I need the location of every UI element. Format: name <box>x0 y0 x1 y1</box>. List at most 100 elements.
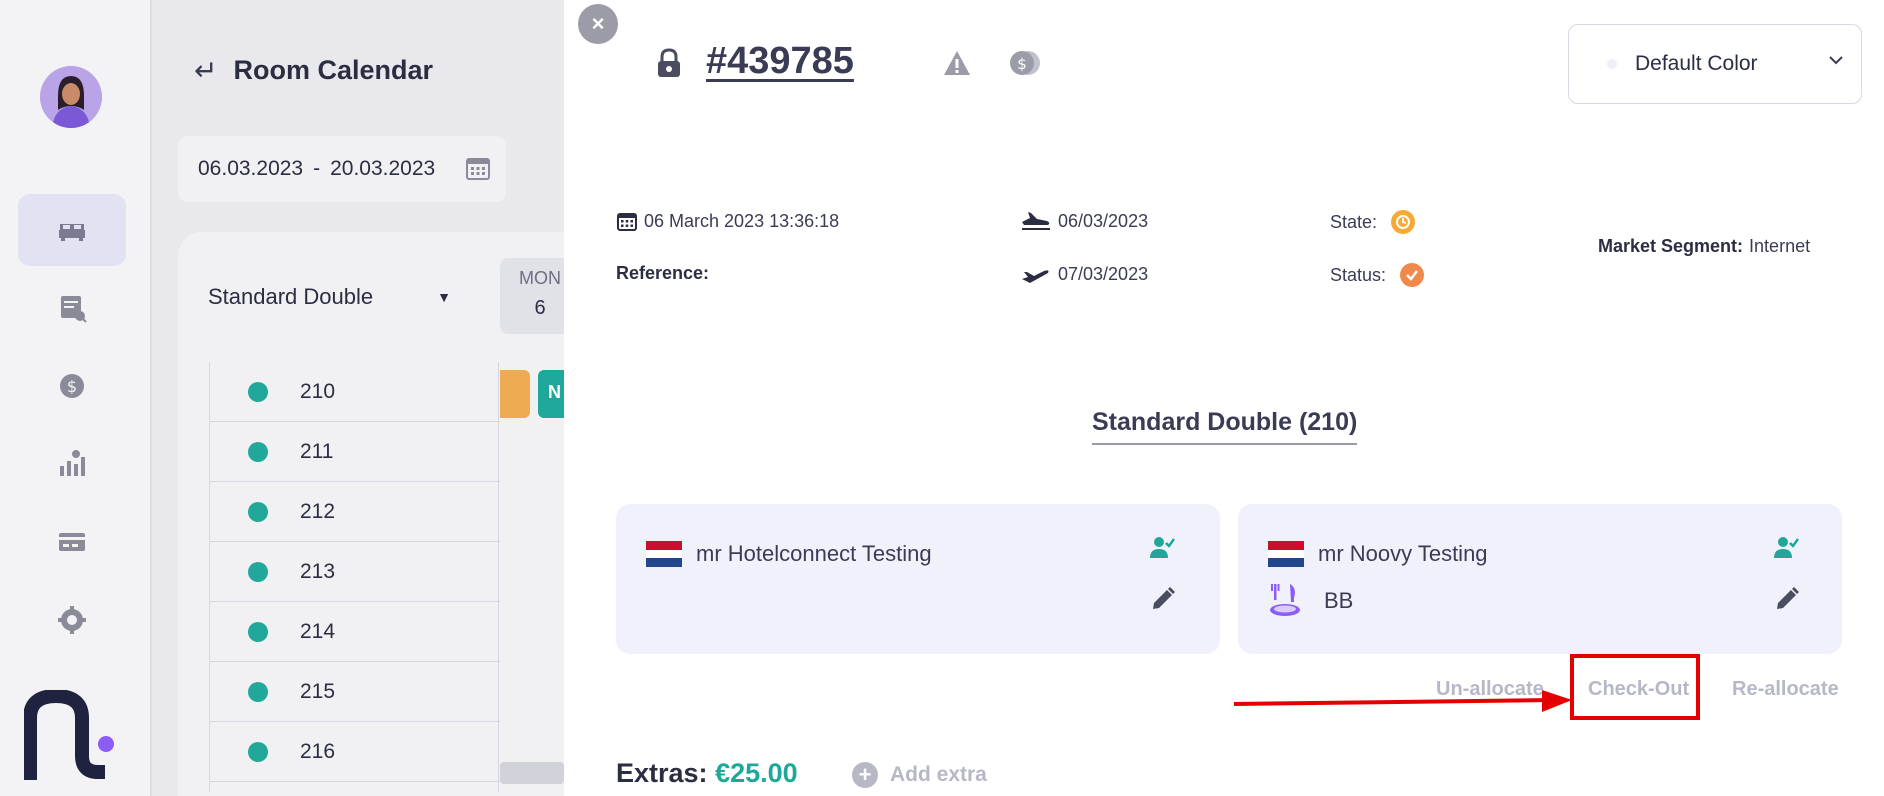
room-row[interactable]: 211 <box>210 422 500 482</box>
meal-plate-icon <box>1270 584 1300 616</box>
room-row[interactable]: 216 <box>210 722 500 782</box>
room-number: 212 <box>300 499 336 523</box>
user-avatar[interactable] <box>40 66 102 128</box>
guest-checked-icon[interactable] <box>1148 534 1176 562</box>
edit-pencil-icon[interactable] <box>1774 586 1800 612</box>
plane-departure-icon <box>1022 270 1049 283</box>
room-row[interactable]: 214 <box>210 602 500 662</box>
guest-card <box>1238 504 1842 654</box>
nav-settings[interactable] <box>18 584 126 656</box>
nav-reports[interactable] <box>18 428 126 500</box>
color-select[interactable]: Default Color <box>1568 24 1862 104</box>
meal-plan: BB <box>1324 588 1354 613</box>
state-field: State: <box>1330 210 1416 234</box>
color-select-value: Default Color <box>1635 52 1758 75</box>
lock-icon <box>658 48 680 77</box>
status-label: Status: <box>1330 264 1387 285</box>
room-number: 215 <box>300 679 336 703</box>
room-number: 216 <box>300 739 336 763</box>
chevron-down-icon <box>1829 56 1843 65</box>
room-status-dot <box>248 501 268 522</box>
card-icon <box>59 533 85 551</box>
svg-text:$: $ <box>1017 55 1027 73</box>
check-circle-icon <box>1400 263 1425 287</box>
market-segment: Market Segment: Internet <box>1598 236 1810 257</box>
sidebar-nav: $ <box>0 0 152 796</box>
arrival-date: 06/03/2023 <box>1020 210 1148 232</box>
room-row[interactable]: 215 <box>210 662 500 722</box>
room-number: 213 <box>300 559 336 583</box>
departure-date: 07/03/2023 <box>1020 263 1148 285</box>
room-status-dot <box>248 741 268 762</box>
room-row[interactable]: 213 <box>210 542 500 602</box>
reservation-number[interactable]: #439785 <box>706 40 854 83</box>
nav-payments[interactable]: $ <box>18 350 126 422</box>
created-date-value: 06 March 2023 13:36:18 <box>644 210 840 231</box>
nav-billing[interactable] <box>18 506 126 578</box>
room-heading[interactable]: Standard Double (210) <box>1092 408 1358 445</box>
room-status-dot <box>248 381 268 402</box>
guest-name[interactable]: mr Noovy Testing <box>1318 541 1488 567</box>
room-row[interactable]: 212 <box>210 482 500 542</box>
departure-date-value: 07/03/2023 <box>1058 263 1149 284</box>
warning-icon[interactable] <box>942 48 972 78</box>
payment-coin-icon[interactable]: $ <box>1008 48 1042 78</box>
booking-block[interactable] <box>500 370 530 418</box>
guest-name[interactable]: mr Hotelconnect Testing <box>696 541 932 567</box>
netherlands-flag-icon <box>1268 541 1304 567</box>
plane-landing-icon <box>1022 212 1050 230</box>
reallocate-button[interactable]: Re-allocate <box>1732 678 1839 701</box>
room-number: 211 <box>300 439 334 463</box>
caret-down-icon: ▼ <box>437 289 451 305</box>
edit-pencil-icon[interactable] <box>1150 586 1176 612</box>
room-status-dot <box>248 561 268 582</box>
calendar-icon[interactable] <box>464 154 492 182</box>
room-status-dot <box>248 681 268 702</box>
guest-card <box>616 504 1220 654</box>
market-segment-label: Market Segment: <box>1598 236 1744 256</box>
date-range-picker[interactable]: 06.03.2023 - 20.03.2023 <box>178 136 506 202</box>
booking-block[interactable]: N <box>538 370 564 418</box>
close-icon: × <box>591 11 605 36</box>
room-status-dot <box>248 621 268 642</box>
horizontal-scrollbar[interactable] <box>500 762 564 784</box>
calendar-icon <box>617 213 637 231</box>
extras-label: Extras: <box>616 758 708 788</box>
date-separator: - <box>313 157 321 180</box>
color-swatch <box>1607 59 1617 69</box>
reservation-icon <box>61 296 87 323</box>
guest-checked-icon[interactable] <box>1772 534 1800 562</box>
calendar-header: ↵ Room Calendar <box>194 54 433 87</box>
extras-amount: €25.00 <box>715 758 798 788</box>
extras-summary: Extras: €25.00 <box>616 758 798 789</box>
close-button[interactable]: × <box>578 4 618 44</box>
annotation-arrow-icon <box>1233 690 1572 712</box>
gear-icon <box>58 606 86 634</box>
market-segment-value: Internet <box>1749 236 1811 256</box>
netherlands-flag-icon <box>646 541 682 567</box>
add-extra-label: Add extra <box>890 763 987 786</box>
bed-icon <box>59 224 85 241</box>
room-type-select[interactable]: Standard Double ▼ <box>208 284 451 310</box>
svg-text:$: $ <box>67 377 77 396</box>
state-label: State: <box>1330 211 1378 232</box>
nav-rooms[interactable] <box>18 194 126 266</box>
brand-logo <box>24 690 114 780</box>
add-extra-button[interactable]: + Add extra <box>852 762 987 788</box>
clock-icon <box>1391 210 1416 234</box>
room-number: 210 <box>300 379 336 403</box>
reference-field: Reference: <box>616 263 709 284</box>
nav-reservations[interactable] <box>18 272 126 344</box>
room-list: 210 211 212 213 214 215 216 <box>210 362 500 782</box>
plus-icon: + <box>852 762 878 788</box>
room-row[interactable]: 210 <box>210 362 500 422</box>
page-title: Room Calendar <box>233 55 434 85</box>
status-field: Status: <box>1330 263 1425 287</box>
created-date: 06 March 2023 13:36:18 <box>616 210 839 232</box>
date-to: 20.03.2023 <box>330 157 436 180</box>
dollar-coin-icon: $ <box>60 374 84 398</box>
back-arrow-icon[interactable]: ↵ <box>194 54 217 87</box>
reference-label: Reference: <box>616 263 710 283</box>
room-status-dot <box>248 441 268 462</box>
date-from: 06.03.2023 <box>198 157 304 180</box>
